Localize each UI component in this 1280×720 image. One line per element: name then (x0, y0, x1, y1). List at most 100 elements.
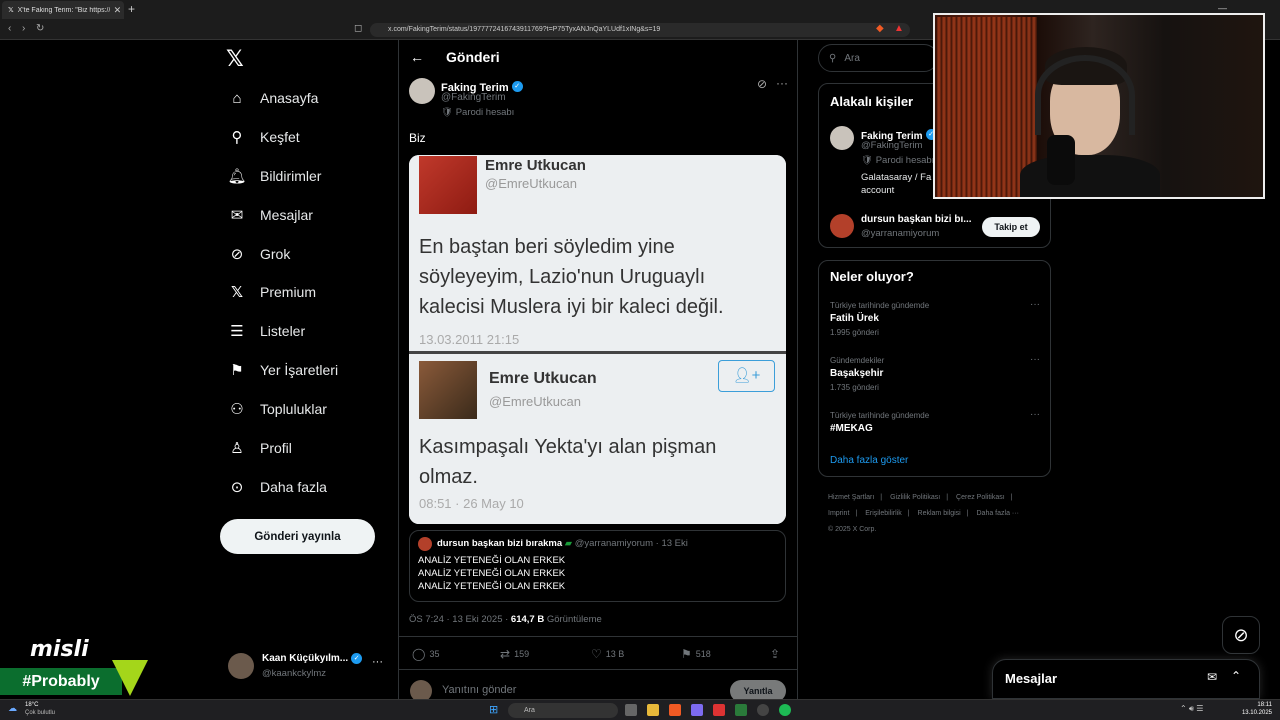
search-icon: ⚲ (829, 52, 837, 64)
related-bio: account (861, 185, 895, 196)
nav-communities[interactable]: ⚇ Topluluklar (228, 397, 327, 421)
more-dots-icon[interactable]: ··· (776, 76, 788, 90)
show-more-link[interactable]: Daha fazla göster (830, 455, 908, 466)
footer-link[interactable]: Reklam bilgisi (918, 510, 961, 517)
parody-label: Parodi hesabı (455, 107, 515, 118)
brave-shield-icon[interactable]: ◆ (876, 23, 884, 34)
more-dots-icon[interactable]: ··· (1030, 354, 1040, 365)
related-name[interactable]: dursun başkan bizi bı... (861, 214, 972, 225)
trend-item[interactable]: Türkiye tarihinde gündemde #MEKAG ··· (830, 409, 1040, 434)
back-arrow-icon[interactable]: ← (410, 49, 424, 65)
spotify-icon[interactable] (779, 704, 791, 716)
brave-browser-icon[interactable] (669, 704, 681, 716)
post-button[interactable]: Gönderi yayınla (220, 519, 375, 554)
view-count: 614,7 B (510, 614, 545, 625)
x-logo-icon[interactable]: 𝕏 (226, 47, 244, 72)
verified-icon: ✓ (351, 653, 363, 664)
more-circle-icon: ⊙ (230, 479, 244, 496)
trend-name: Başakşehir (830, 368, 884, 379)
forward-icon[interactable]: › (22, 23, 25, 34)
close-tab-icon[interactable]: ✕ (114, 5, 122, 16)
account-switcher[interactable]: Kaan Küçükyılm... ✓ @kaankckylmz ··· (228, 651, 388, 681)
reply-button[interactable]: ◯ 35 (412, 647, 439, 661)
grok-float-button[interactable]: ⊘ (1222, 616, 1260, 654)
tweet-text: Biz (409, 131, 426, 145)
footer-link[interactable]: Erişilebilirlik (865, 510, 902, 517)
nav-home[interactable]: ⌂ Anasayfa (228, 86, 318, 110)
person-icon: ♙ (230, 440, 244, 457)
reload-icon[interactable]: ↻ (36, 23, 44, 34)
nav-explore[interactable]: ⚲ Keşfet (228, 125, 300, 149)
nav-bookmarks[interactable]: ⚑ Yer İşaretleri (228, 358, 338, 382)
task-view-icon[interactable] (625, 704, 637, 716)
footer-link[interactable]: Imprint (828, 510, 849, 517)
account-name: Kaan Küçükyılm... (262, 653, 349, 665)
trend-item[interactable]: Türkiye tarihinde gündemde Fatih Ürek 1.… (830, 299, 1040, 337)
more-dots-icon[interactable]: ··· (1030, 409, 1040, 420)
quote-date: · 13 Eki (655, 538, 688, 549)
account-handle: @kaankckylmz (262, 668, 327, 679)
browser-tab[interactable]: 𝕏 X'te Faking Terim: "Biz https://t.c ✕ (2, 1, 124, 19)
like-button[interactable]: ♡ 13 B (591, 647, 624, 661)
grok-explain-icon[interactable]: ⊘ (757, 77, 767, 91)
related-handle: @yarranamiyorum (861, 228, 940, 239)
quoted-reply[interactable]: dursun başkan bizi bırakma ▰ @yarranamiy… (409, 530, 786, 602)
screenshot-text: söyleyeyim, Lazio'nun Uruguaylı (419, 266, 706, 288)
obs-icon[interactable] (757, 704, 769, 716)
expand-up-icon[interactable]: ⌃ (1231, 669, 1241, 683)
search-input[interactable]: ⚲ Ara (818, 44, 938, 72)
avatar[interactable] (830, 126, 854, 150)
tweet-image[interactable]: Emre Utkucan @EmreUtkucan En baştan beri… (409, 155, 786, 524)
quote-text-line: ANALİZ YETENEĞİ OLAN ERKEK (418, 581, 566, 592)
screenshot-text: kalecisi Muslera iyi bir kaleci değil. (419, 296, 724, 318)
weather-temp: 18°C (25, 702, 39, 708)
bookmark-count: 518 (695, 649, 711, 659)
footer-links: Hizmet Şartları | Gizlilik Politikası | Çe… (828, 490, 1038, 538)
nav-lists[interactable]: ☰ Listeler (228, 319, 305, 343)
nav-notifications[interactable]: 🔔︎ Bildirimler (227, 164, 321, 188)
avatar[interactable] (409, 78, 435, 104)
bookmark-page-icon[interactable]: ◻ (354, 23, 362, 34)
back-icon[interactable]: ‹ (8, 23, 11, 34)
follow-button[interactable]: Takip et (982, 217, 1040, 237)
url-field[interactable]: x.com/FakingTerim/status/197777241674391… (370, 23, 910, 37)
new-message-icon[interactable]: ✉ (1207, 670, 1217, 684)
system-tray-icons[interactable]: ⌃ 🔊︎ ☰ (1180, 704, 1203, 714)
reply-input[interactable]: Yanıtını gönder (442, 684, 516, 696)
taskbar-search[interactable]: Ara (508, 703, 618, 718)
file-explorer-icon[interactable] (647, 704, 659, 716)
trend-item[interactable]: Gündemdekiler Başakşehir 1.735 gönderi ·… (830, 354, 1040, 392)
nav-messages[interactable]: ✉ Mesajlar (228, 203, 313, 227)
footer-link[interactable]: Hizmet Şartları (828, 494, 874, 501)
xbox-icon[interactable] (735, 704, 747, 716)
heart-icon: ♡ (591, 647, 602, 661)
avatar[interactable] (830, 214, 854, 238)
new-tab-icon[interactable]: + (128, 2, 135, 16)
app-icon[interactable] (713, 704, 725, 716)
brave-rewards-icon[interactable]: ▲ (894, 23, 904, 34)
retweet-button[interactable]: ⇄ 159 (500, 647, 529, 661)
nav-grok[interactable]: ⊘ Grok (228, 242, 291, 266)
microphone-icon (1047, 135, 1075, 185)
verified-icon: ✓ (511, 81, 523, 93)
footer-link[interactable]: Çerez Politikası (956, 494, 1005, 501)
windows-start-icon[interactable]: ⊞ (489, 703, 498, 716)
more-dots-icon[interactable]: ··· (1030, 299, 1040, 310)
nav-premium[interactable]: 𝕏 Premium (228, 280, 316, 304)
bookmark-button[interactable]: ⚑ 518 (681, 647, 711, 661)
footer-separator: | (907, 510, 910, 517)
author-handle[interactable]: @FakingTerim (441, 92, 506, 103)
footer-link[interactable]: Daha fazla ··· (977, 510, 1019, 517)
tweet-timestamp[interactable]: ÖS 7:24 · 13 Eki 2025 · (409, 614, 508, 625)
nav-profile[interactable]: ♙ Profil (228, 436, 292, 460)
webcam-overlay (933, 13, 1265, 199)
streamer-body (1020, 155, 1160, 197)
messages-drawer[interactable]: Mesajlar ✉ ⌃ (992, 659, 1260, 699)
more-dots-icon[interactable]: ··· (372, 656, 383, 668)
screenshot-date: 08:51 · 26 May 10 (419, 496, 524, 511)
nav-more[interactable]: ⊙ Daha fazla (228, 475, 327, 499)
minimize-icon[interactable]: — (1218, 3, 1227, 13)
footer-link[interactable]: Gizlilik Politikası (890, 494, 940, 501)
share-button[interactable]: ⇪ (770, 647, 780, 661)
discord-icon[interactable] (691, 704, 703, 716)
